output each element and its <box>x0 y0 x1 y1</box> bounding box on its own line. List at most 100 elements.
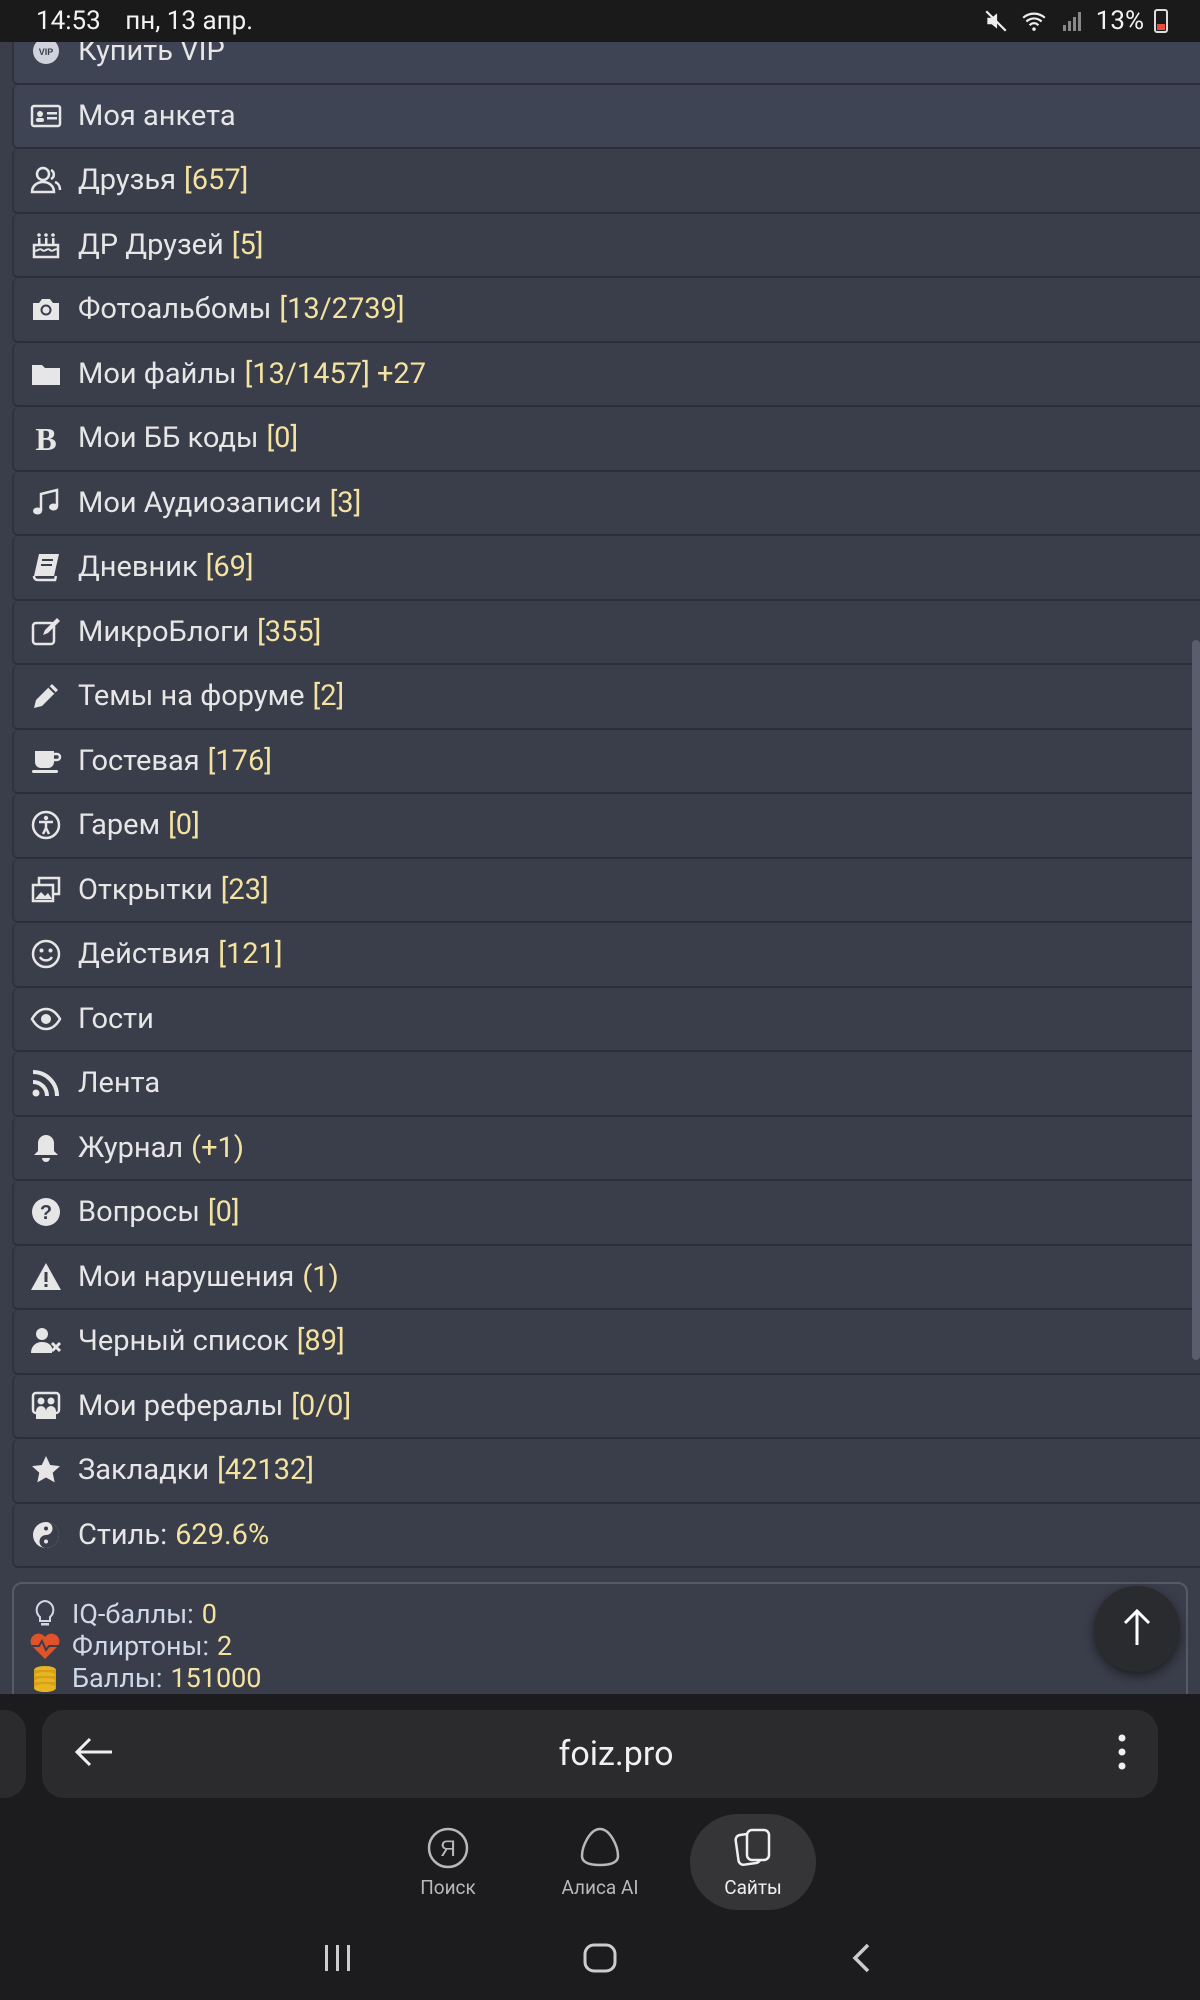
vip-icon: VIP <box>28 42 64 69</box>
svg-text:B: B <box>35 422 56 454</box>
menu-item-label: Журнал <box>78 1130 184 1165</box>
svg-text:?: ? <box>40 1202 52 1224</box>
tab-search[interactable]: Я Поиск <box>385 1814 511 1910</box>
menu-item-style[interactable]: Стиль: 629.6% <box>12 1503 1200 1568</box>
id-card-icon <box>28 98 64 134</box>
menu-item-bookmarks[interactable]: Закладки [42132] <box>12 1439 1200 1504</box>
menu-item-label: Мои ББ коды <box>78 421 259 456</box>
menu-item-photo-albums[interactable]: Фотоальбомы [13/2739] <box>12 278 1200 343</box>
menu-item-label: Закладки <box>78 1453 210 1488</box>
tab-label: Алиса AI <box>561 1875 639 1899</box>
coffee-cup-icon <box>28 743 64 779</box>
user-stats-panel: IQ-баллы: 0 Флиртоны: 2 Баллы: 151000 <box>12 1582 1188 1694</box>
menu-item-friends-birthdays[interactable]: ДР Друзей [5] <box>12 213 1200 278</box>
menu-item-audio[interactable]: Мои Аудиозаписи [3] <box>12 471 1200 536</box>
page-scrollbar[interactable] <box>1192 640 1200 1360</box>
menu-item-my-files[interactable]: Мои файлы [13/1457] +27 <box>12 342 1200 407</box>
stat-points: Баллы: 151000 <box>28 1662 1186 1694</box>
menu-item-count: [355] <box>257 614 322 649</box>
menu-item-my-profile[interactable]: Моя анкета <box>12 84 1200 149</box>
menu-item-count: [0] <box>168 808 200 843</box>
folder-icon <box>28 356 64 392</box>
menu-item-count: (+1) <box>191 1130 244 1165</box>
menu-item-actions[interactable]: Действия [121] <box>12 923 1200 988</box>
coins-icon <box>28 1662 62 1694</box>
status-time: 14:53 <box>36 6 101 36</box>
menu-item-count: [2] <box>312 679 345 714</box>
menu-item-violations[interactable]: Мои нарушения (1) <box>12 1245 1200 1310</box>
menu-item-questions[interactable]: ? Вопросы [0] <box>12 1181 1200 1246</box>
tab-sites[interactable]: Сайты <box>690 1814 816 1910</box>
menu-item-guestbook[interactable]: Гостевая [176] <box>12 729 1200 794</box>
browser-tab-bar: Я Поиск Алиса AI Сайты <box>0 1814 1200 1914</box>
tab-alice[interactable]: Алиса AI <box>537 1814 663 1910</box>
recent-apps-icon[interactable] <box>308 1936 368 1980</box>
book-icon <box>28 549 64 585</box>
rss-icon <box>28 1065 64 1101</box>
tab-label: Сайты <box>724 1875 782 1899</box>
menu-item-label: Гостевая <box>78 743 200 778</box>
menu-item-label: Черный список <box>78 1324 289 1359</box>
menu-item-postcards[interactable]: Открытки [23] <box>12 858 1200 923</box>
alice-icon <box>580 1827 620 1866</box>
system-navigation-bar <box>0 1914 1200 2000</box>
svg-text:Я: Я <box>440 1836 456 1861</box>
menu-item-blacklist[interactable]: Черный список [89] <box>12 1310 1200 1375</box>
stat-iq: IQ-баллы: 0 <box>28 1598 1186 1630</box>
menu-item-label: Мои файлы <box>78 356 237 391</box>
menu-item-count: [176] <box>207 743 272 778</box>
menu-item-bb-codes[interactable]: B Мои ББ коды [0] <box>12 407 1200 472</box>
menu-item-buy-vip[interactable]: VIP Купить VIP <box>12 42 1200 85</box>
menu-item-label: Открытки <box>78 872 213 907</box>
menu-item-count: [23] <box>220 872 269 907</box>
stat-points-label: Баллы: <box>72 1662 163 1694</box>
previous-tab-edge[interactable] <box>0 1710 26 1798</box>
menu-item-diary[interactable]: Дневник [69] <box>12 536 1200 601</box>
menu-item-count: 629.6% <box>175 1517 270 1552</box>
lightbulb-icon <box>28 1598 62 1630</box>
menu-item-label: Действия <box>78 937 211 972</box>
menu-item-count: [3] <box>329 485 362 520</box>
menu-item-label: Купить VIP <box>78 42 225 69</box>
menu-item-feed[interactable]: Лента <box>12 1052 1200 1117</box>
user-friends-icon <box>28 162 64 198</box>
eye-icon <box>28 1001 64 1037</box>
menu-item-guests[interactable]: Гости <box>12 987 1200 1052</box>
arrow-up-icon <box>1117 1605 1157 1653</box>
url-text[interactable]: foiz.pro <box>559 1734 674 1774</box>
stat-flirtons-label: Флиртоны: <box>72 1630 210 1662</box>
menu-item-microblogs[interactable]: МикроБлоги [355] <box>12 600 1200 665</box>
browser-address-bar: foiz.pro <box>0 1694 1200 1814</box>
scroll-to-top-button[interactable] <box>1094 1586 1180 1672</box>
menu-item-referrals[interactable]: Мои рефералы [0/0] <box>12 1374 1200 1439</box>
menu-item-count: [0/0] <box>291 1388 352 1423</box>
menu-item-label: Дневник <box>78 550 198 585</box>
menu-item-count: [0] <box>266 421 299 456</box>
yandex-icon: Я <box>427 1827 469 1868</box>
bell-icon <box>28 1130 64 1166</box>
back-arrow-icon[interactable] <box>72 1734 116 1774</box>
back-icon[interactable] <box>832 1936 892 1980</box>
menu-item-label: Лента <box>78 1066 161 1101</box>
stat-flirtons: Флиртоны: 2 <box>28 1630 1186 1662</box>
tab-label: Поиск <box>420 1875 476 1899</box>
menu-item-label: Стиль: <box>78 1517 168 1552</box>
menu-item-friends[interactable]: Друзья [657] <box>12 149 1200 214</box>
profile-menu: VIP Купить VIP Моя анкета Друзья [657] Д… <box>12 42 1200 1568</box>
menu-item-label: Моя анкета <box>78 98 236 133</box>
menu-item-label: Темы на форуме <box>78 679 305 714</box>
menu-item-forum-topics[interactable]: Темы на форуме [2] <box>12 665 1200 730</box>
battery-icon <box>1154 9 1168 33</box>
menu-item-count: [42132] <box>217 1453 314 1488</box>
menu-item-label: Мои рефералы <box>78 1388 284 1423</box>
stat-flirtons-value: 2 <box>217 1630 233 1662</box>
bold-b-icon: B <box>28 420 64 456</box>
url-box[interactable]: foiz.pro <box>42 1710 1158 1798</box>
home-icon[interactable] <box>570 1936 630 1980</box>
more-vertical-icon[interactable] <box>1116 1732 1128 1776</box>
status-bar: 14:53 пн, 13 апр. 13% <box>0 0 1200 42</box>
menu-item-harem[interactable]: Гарем [0] <box>12 794 1200 859</box>
menu-item-count: [657] <box>184 163 249 198</box>
menu-item-label: Мои Аудиозаписи <box>78 485 322 520</box>
menu-item-journal[interactable]: Журнал (+1) <box>12 1116 1200 1181</box>
